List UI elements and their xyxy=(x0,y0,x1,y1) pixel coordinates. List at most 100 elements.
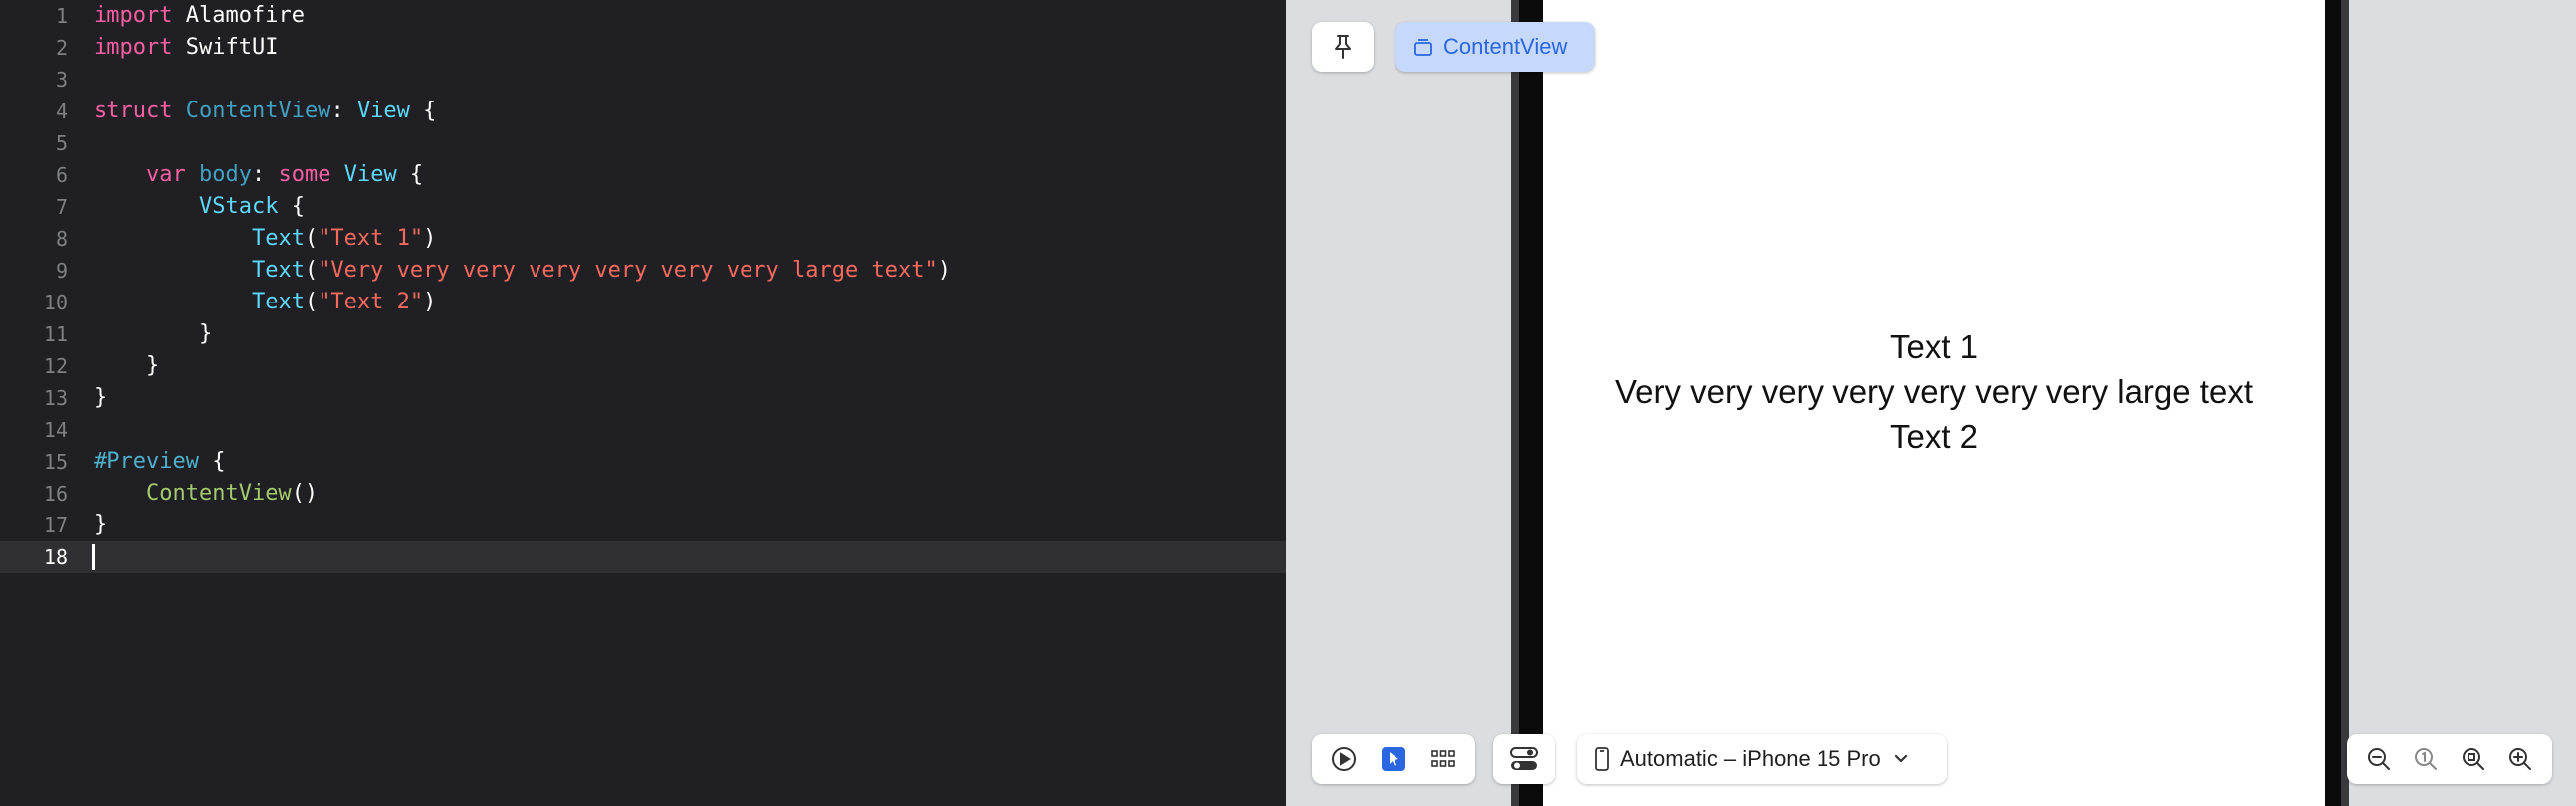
code-token: #Preview xyxy=(94,449,199,474)
zoom-fit-icon[interactable] xyxy=(2461,746,2486,772)
line-number: 2 xyxy=(55,36,68,60)
line-number: 12 xyxy=(43,354,68,378)
view-stack-icon xyxy=(1413,37,1433,57)
code-token: } xyxy=(94,353,160,378)
code-text: } xyxy=(94,382,107,414)
device-edge-right xyxy=(2341,0,2349,806)
code-text: } xyxy=(94,350,159,382)
code-line[interactable]: 10 Text("Text 2") xyxy=(0,287,1286,318)
device-screen[interactable]: Text 1 Very very very very very very ver… xyxy=(1543,0,2325,806)
code-line[interactable]: 9 Text("Very very very very very very ve… xyxy=(0,255,1286,287)
code-token: { xyxy=(198,449,226,474)
source-editor[interactable]: 1 import Alamofire 2 import SwiftUI 3 4 struct… xyxy=(0,0,1286,806)
code-text: struct ContentView: View { xyxy=(94,96,436,127)
line-number: 10 xyxy=(43,291,68,314)
code-token: body xyxy=(198,162,252,187)
code-token: var xyxy=(145,162,186,187)
code-text: } xyxy=(94,318,212,350)
zoom-100-icon[interactable] xyxy=(2413,746,2439,772)
code-token: { xyxy=(409,99,437,123)
code-text: Text("Text 1") xyxy=(94,223,436,255)
code-token: ) xyxy=(423,226,437,251)
code-text xyxy=(92,541,95,573)
zoom-out-icon[interactable] xyxy=(2366,746,2392,772)
code-token: : xyxy=(251,162,279,187)
code-token: : xyxy=(330,99,357,123)
code-token: SwiftUI xyxy=(172,35,279,60)
zoom-controls xyxy=(2347,734,2552,784)
code-token: Alamofire xyxy=(172,3,305,28)
code-line[interactable]: 13} xyxy=(0,382,1286,414)
code-line[interactable]: 7 VStack { xyxy=(0,191,1286,223)
code-token: "Text 2" xyxy=(318,290,424,314)
code-line[interactable]: 17} xyxy=(0,509,1286,541)
code-token: some xyxy=(278,162,331,187)
code-token: View xyxy=(343,162,397,187)
chevron-down-icon xyxy=(1893,753,1909,765)
grid-icon[interactable] xyxy=(1430,748,1456,770)
code-text: } xyxy=(94,509,107,541)
line-number: 7 xyxy=(55,195,68,219)
code-token: struct xyxy=(94,99,173,123)
code-token: } xyxy=(94,321,213,346)
preview-text-1: Text 1 xyxy=(1889,328,1979,365)
code-line[interactable]: 6 var body: some View { xyxy=(0,159,1286,191)
code-line[interactable]: 3 xyxy=(0,64,1286,96)
line-number: 1 xyxy=(55,4,68,28)
code-token: ContentView xyxy=(145,481,292,505)
preview-view-chip[interactable]: ContentView xyxy=(1395,22,1595,72)
code-line[interactable]: 1 import Alamofire xyxy=(0,0,1286,32)
code-token: { xyxy=(278,194,305,219)
code-line[interactable]: 18 xyxy=(0,541,1286,573)
code-line[interactable]: 2 import SwiftUI xyxy=(0,32,1286,64)
iphone-icon xyxy=(1595,747,1609,771)
line-number: 6 xyxy=(55,163,68,187)
preview-mode-controls xyxy=(1312,734,1475,784)
device-settings-icon xyxy=(1510,746,1538,772)
code-line[interactable]: 12 } xyxy=(0,350,1286,382)
code-line[interactable]: 5 xyxy=(0,127,1286,159)
code-token: ( xyxy=(304,290,319,314)
preview-view-label: ContentView xyxy=(1443,34,1568,59)
line-number: 8 xyxy=(55,227,68,251)
code-token: } xyxy=(94,512,107,537)
device-picker-label: Automatic – iPhone 15 Pro xyxy=(1620,746,1881,771)
code-token: VStack xyxy=(198,194,279,219)
code-token: View xyxy=(356,99,410,123)
code-text: var body: some View { xyxy=(94,159,423,191)
preview-text-2: Very very very very very very very large… xyxy=(1614,373,2253,410)
code-token: { xyxy=(396,162,424,187)
line-number: 14 xyxy=(43,418,68,442)
code-line[interactable]: 15 #Preview { xyxy=(0,446,1286,478)
code-token: ( xyxy=(304,226,319,251)
code-token: import xyxy=(94,3,173,28)
pin-icon xyxy=(1331,34,1355,60)
code-token: ) xyxy=(423,290,437,314)
line-number: 11 xyxy=(43,322,68,346)
play-icon[interactable] xyxy=(1331,746,1357,772)
code-line[interactable]: 4 struct ContentView: View { xyxy=(0,96,1286,127)
code-text: import Alamofire xyxy=(94,0,305,32)
pin-button[interactable] xyxy=(1312,22,1374,72)
code-line[interactable]: 11 } xyxy=(0,318,1286,350)
device-picker[interactable]: Automatic – iPhone 15 Pro xyxy=(1577,734,1947,784)
code-token: "Text 1" xyxy=(318,226,424,251)
preview-canvas: Text 1 Very very very very very very ver… xyxy=(1286,0,2576,806)
code-line[interactable]: 14 xyxy=(0,414,1286,446)
code-line[interactable]: 8 Text("Text 1") xyxy=(0,223,1286,255)
code-line[interactable]: 16 ContentView() xyxy=(0,478,1286,509)
device-settings-button[interactable] xyxy=(1493,734,1555,784)
zoom-in-icon[interactable] xyxy=(2507,746,2533,772)
cursor-icon[interactable] xyxy=(1381,747,1405,771)
line-number: 18 xyxy=(43,545,68,569)
preview-text-3: Text 2 xyxy=(1889,418,1979,455)
device-edge-left xyxy=(1511,0,1519,806)
code-text: VStack { xyxy=(94,191,305,223)
code-text: #Preview { xyxy=(94,446,225,478)
